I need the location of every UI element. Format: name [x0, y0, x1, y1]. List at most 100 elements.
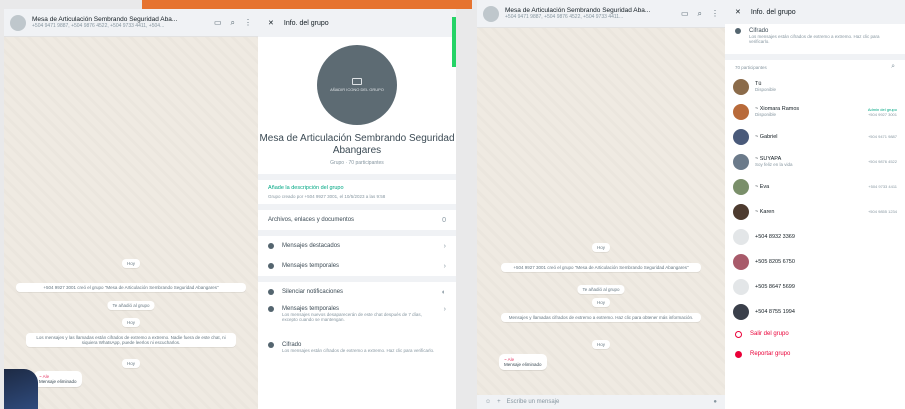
participant-row[interactable]: +505 8647 5699 — [725, 274, 905, 299]
group-avatar[interactable] — [10, 14, 26, 31]
settings-label: Mensajes temporales — [282, 263, 340, 269]
date-divider: Hoy — [121, 318, 141, 327]
participant-avatar — [733, 78, 749, 95]
participant-avatar — [733, 178, 749, 195]
bell-icon — [268, 289, 274, 295]
participant-row[interactable]: ~ Xiomara Ramos Disponible Admin del grupo… — [725, 99, 905, 124]
participant-phone: +504 9733 4411 — [868, 184, 897, 189]
message-text: Mensaje eliminado — [504, 362, 542, 367]
participants-list: Tú Disponible ~ Xiomara Ramos Disponible Adm… — [725, 74, 905, 324]
toggle-switch[interactable]: ◐ — [442, 289, 446, 296]
info-title: Info. del grupo — [283, 19, 329, 27]
close-icon[interactable]: ✕ — [268, 19, 274, 27]
mute-row[interactable]: Silenciar notificaciones ◐ — [258, 282, 456, 302]
search-icon[interactable]: ⌕ — [698, 9, 702, 19]
encryption-row[interactable]: Cifrado Los mensajes están cifrados de e… — [258, 338, 456, 368]
chevron-right-icon: › — [443, 306, 446, 313]
participant-avatar — [733, 153, 749, 170]
system-message: Te añadió al grupo — [107, 301, 155, 310]
participant-row[interactable]: ~ SUYAPA Soy feliz en la vida +504 9876 45… — [725, 149, 905, 174]
lock-icon — [268, 342, 274, 348]
media-label: Archivos, enlaces y documentos — [268, 217, 355, 223]
camera-icon — [352, 78, 362, 85]
participant-row[interactable]: +504 8755 1994 — [725, 299, 905, 324]
settings-row[interactable]: Mensajes temporales › — [258, 256, 456, 276]
chat-subtitle: +504 9471 9887, +504 9876 4522, +504 973… — [505, 14, 624, 20]
encryption-desc: Los mensajes están cifrados de extremo a… — [282, 348, 435, 353]
info-header: ✕ Info. del grupo — [725, 0, 905, 24]
participant-name: +505 8205 6750 — [755, 258, 795, 265]
info-header: ✕ Info. del grupo — [258, 9, 456, 37]
message-bubble[interactable]: ~ Ale Mensaje eliminado — [499, 354, 547, 370]
participant-name: ~ Eva — [755, 183, 770, 190]
date-divider: Hoy — [591, 243, 611, 252]
starred-label: Mensajes destacados — [282, 243, 341, 249]
message-bubble[interactable]: ~ Ale Mensaje eliminado — [34, 371, 82, 387]
desktop-corner — [4, 369, 38, 409]
attach-icon[interactable]: + — [497, 399, 501, 405]
participant-row[interactable]: Tú Disponible — [725, 74, 905, 99]
starred-row[interactable]: Mensajes destacados › — [258, 236, 456, 256]
add-description-link[interactable]: Añade la descripción del grupo — [268, 185, 446, 191]
group-name[interactable]: Mesa de Articulación Sembrando Seguridad… — [258, 133, 456, 157]
group-info-panel: ✕ Info. del grupo AÑADIR ICONO DEL GRUPO… — [258, 9, 456, 409]
clock-icon — [268, 306, 274, 312]
group-avatar[interactable] — [483, 5, 499, 22]
date-divider: Hoy — [121, 359, 141, 368]
mic-icon[interactable]: ● — [713, 399, 717, 405]
search-icon[interactable]: ⌕ — [891, 63, 895, 71]
exit-label: Salir del grupo — [750, 331, 789, 337]
participant-avatar — [733, 278, 749, 295]
participant-status: Disponible — [755, 112, 777, 117]
report-label: Reportar grupo — [750, 351, 791, 357]
orange-banner — [142, 0, 472, 9]
timer-icon — [268, 263, 274, 269]
encryption-notice[interactable]: Mensajes y llamadas cifrados de extremo … — [501, 313, 701, 322]
participant-avatar — [733, 228, 749, 245]
system-message: +504 9927 3001 creó el grupo "Mesa de Ar… — [16, 283, 246, 292]
participant-row[interactable]: +505 8205 6750 — [725, 249, 905, 274]
add-icon-caption: AÑADIR ICONO DEL GRUPO — [330, 87, 384, 92]
scrollbar[interactable] — [452, 17, 456, 67]
exit-icon — [735, 330, 742, 338]
mute-label: Silenciar notificaciones — [282, 289, 344, 295]
participant-name: ~ Karen — [755, 208, 775, 215]
chat-header[interactable]: Mesa de Articulación Sembrando Seguridad… — [477, 0, 725, 28]
chat-title: Mesa de Articulación Sembrando Seguridad… — [32, 16, 178, 23]
menu-icon[interactable]: ⋮ — [711, 9, 719, 19]
video-call-icon[interactable]: ▭ — [681, 9, 689, 19]
participant-name: +505 8647 5699 — [755, 283, 795, 290]
left-whatsapp-window: Mesa de Articulación Sembrando Seguridad… — [4, 9, 456, 409]
close-icon[interactable]: ✕ — [735, 8, 741, 16]
video-call-icon[interactable]: ▭ — [214, 18, 222, 28]
group-info-panel: ✕ Info. del grupo Cifrado Los mensajes e… — [725, 0, 905, 409]
participant-row[interactable]: ~ Eva +504 9733 4411 — [725, 174, 905, 199]
participant-status: Disponible — [755, 87, 777, 92]
menu-icon[interactable]: ⋮ — [244, 18, 252, 28]
system-message: +504 9927 3001 creó el grupo "Mesa de Ar… — [501, 263, 701, 272]
emoji-icon[interactable]: ☺ — [485, 399, 491, 405]
thumbs-down-icon — [735, 350, 742, 358]
participant-row[interactable]: +504 8932 3369 — [725, 224, 905, 249]
chat-pane: Mesa de Articulación Sembrando Seguridad… — [4, 9, 258, 409]
exit-group-button[interactable]: Salir del grupo — [725, 324, 905, 344]
encryption-row[interactable]: Cifrado Los mensajes están cifrados de e… — [725, 24, 905, 54]
disappearing-row[interactable]: Mensajes temporales Los mensajes nuevos … — [258, 302, 456, 338]
composer: ☺ + Escribe un mensaje ● — [477, 395, 725, 409]
chat-pane: Mesa de Articulación Sembrando Seguridad… — [477, 0, 725, 409]
star-icon — [268, 243, 274, 249]
encryption-notice[interactable]: Los mensajes y las llamadas están cifrad… — [26, 333, 236, 347]
participant-row[interactable]: ~ Gabriel +504 9471 9887 — [725, 124, 905, 149]
right-whatsapp-window: Mesa de Articulación Sembrando Seguridad… — [477, 0, 905, 409]
search-icon[interactable]: ⌕ — [231, 18, 235, 28]
chat-header[interactable]: Mesa de Articulación Sembrando Seguridad… — [4, 9, 258, 37]
participant-avatar — [733, 203, 749, 220]
participant-status: Soy feliz en la vida — [755, 162, 793, 167]
group-photo[interactable]: AÑADIR ICONO DEL GRUPO — [317, 45, 397, 125]
media-row[interactable]: Archivos, enlaces y documentos 0 — [258, 210, 456, 230]
participant-row[interactable]: ~ Karen +504 9855 1234 — [725, 199, 905, 224]
participant-avatar — [733, 103, 749, 120]
report-group-button[interactable]: Reportar grupo — [725, 344, 905, 364]
message-input[interactable]: Escribe un mensaje — [507, 399, 560, 405]
participant-avatar — [733, 253, 749, 270]
